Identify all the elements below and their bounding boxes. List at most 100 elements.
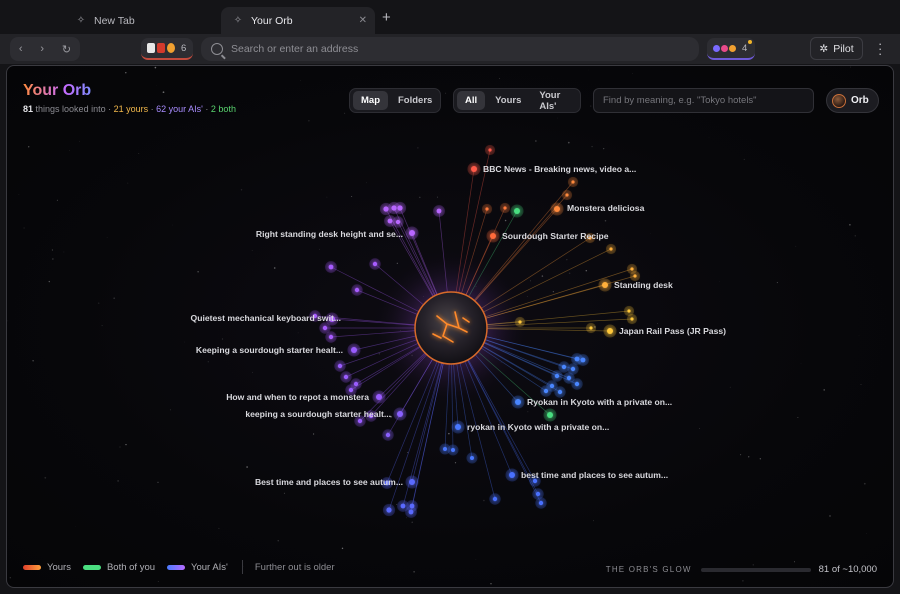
orb-core[interactable]	[414, 291, 488, 365]
node-dot[interactable]	[566, 375, 572, 381]
node-label[interactable]: BBC News - Breaking news, video a...	[483, 164, 636, 174]
node-dot[interactable]	[580, 357, 586, 363]
meaning-search-input[interactable]: Find by meaning, e.g. "Tokyo hotels"	[593, 88, 814, 113]
node-dot[interactable]	[574, 381, 580, 387]
node-label[interactable]: Monstera deliciosa	[567, 203, 645, 213]
node-dot-2[interactable]	[490, 233, 496, 239]
filter-all-button[interactable]: All	[457, 91, 486, 110]
extensions-pill[interactable]: 6	[141, 38, 193, 60]
node-label[interactable]: Quietest mechanical keyboard swit...	[191, 313, 341, 323]
node-label[interactable]: Keeping a sourdough starter healt...	[196, 345, 343, 355]
node-dot-3[interactable]	[602, 282, 608, 288]
view-map-button[interactable]: Map	[353, 91, 388, 110]
node-dot[interactable]	[547, 412, 553, 418]
node-dot[interactable]	[397, 205, 403, 211]
node-dot[interactable]	[408, 509, 414, 515]
node-dot[interactable]	[492, 496, 498, 502]
node-dot-4[interactable]	[607, 328, 613, 334]
node-dot[interactable]	[357, 418, 363, 424]
menu-icon[interactable]: · · ·	[878, 37, 882, 60]
legend-yours: Yours	[23, 562, 71, 573]
node-dot[interactable]	[488, 148, 492, 152]
node-dot[interactable]	[451, 448, 455, 452]
filter-yours-button[interactable]: Yours	[487, 91, 529, 110]
node-dot-9[interactable]	[397, 411, 403, 417]
node-dot[interactable]	[385, 432, 391, 438]
node-dot[interactable]	[337, 363, 343, 369]
toolbar: ‹ › ↻ 6 Search or enter an address 4 ✲ P…	[0, 34, 900, 64]
legend-swatch	[23, 564, 41, 570]
node-label[interactable]: How and when to repot a monstera	[226, 392, 369, 402]
node-dot[interactable]	[630, 317, 634, 321]
view-folders-button[interactable]: Folders	[390, 91, 440, 110]
yours-count: 21 yours	[113, 104, 149, 114]
node-dot[interactable]	[470, 456, 474, 460]
pilot-button[interactable]: ✲ Pilot	[810, 37, 863, 60]
node-dot-12[interactable]	[509, 472, 515, 478]
node-dot[interactable]	[518, 320, 522, 324]
node-dot[interactable]	[436, 208, 442, 214]
node-label[interactable]: Standing desk	[614, 280, 673, 290]
node-dot-5[interactable]	[409, 230, 415, 236]
node-dot-8[interactable]	[376, 394, 382, 400]
node-dot-0[interactable]	[471, 166, 477, 172]
node-dot[interactable]	[571, 180, 575, 184]
node-dot[interactable]	[627, 309, 631, 313]
node-dot[interactable]	[383, 206, 389, 212]
ai-agent-icon	[713, 44, 720, 52]
tab-new-tab[interactable]: ✧ New Tab	[62, 7, 220, 34]
node-label[interactable]: ryokan in Kyoto with a private on...	[467, 422, 609, 432]
ai-agents-pill[interactable]: 4	[707, 38, 755, 60]
node-label[interactable]: Ryokan in Kyoto with a private on...	[527, 397, 672, 407]
node-dot[interactable]	[589, 326, 593, 330]
tab-your-orb[interactable]: ✧ Your Orb ✕	[221, 7, 375, 34]
sparkle-icon: ✧	[233, 15, 243, 26]
node-dot[interactable]	[387, 218, 393, 224]
node-dot[interactable]	[535, 491, 541, 497]
node-dot[interactable]	[561, 364, 567, 370]
node-dot[interactable]	[386, 507, 392, 513]
forward-icon[interactable]: ›	[40, 43, 44, 55]
address-bar[interactable]: Search or enter an address	[201, 37, 699, 61]
node-dot[interactable]	[538, 500, 544, 506]
orb-button[interactable]: Orb	[826, 88, 879, 113]
node-dot[interactable]	[554, 373, 560, 379]
node-dot[interactable]	[633, 274, 637, 278]
node-dot[interactable]	[395, 219, 401, 225]
node-label[interactable]: keeping a sourdough starter healt...	[245, 409, 391, 419]
legend-label: Both of you	[106, 561, 156, 573]
node-dot[interactable]	[557, 389, 563, 395]
reload-icon[interactable]: ↻	[62, 43, 71, 56]
back-icon[interactable]: ‹	[19, 43, 23, 55]
node-label[interactable]: Japan Rail Pass (JR Pass)	[619, 326, 726, 336]
node-dot[interactable]	[514, 208, 520, 214]
node-dot[interactable]	[503, 206, 507, 210]
node-dot[interactable]	[543, 388, 549, 394]
node-dot[interactable]	[485, 207, 489, 211]
node-dot[interactable]	[570, 366, 576, 372]
pilot-icon: ✲	[819, 42, 829, 55]
node-dot[interactable]	[400, 503, 406, 509]
node-dot[interactable]	[372, 261, 378, 267]
node-dot[interactable]	[322, 325, 328, 331]
node-dot[interactable]	[354, 287, 360, 293]
node-dot-11[interactable]	[455, 424, 461, 430]
node-dot[interactable]	[609, 247, 613, 251]
node-dot[interactable]	[565, 193, 569, 197]
new-tab-button[interactable]: +	[382, 9, 391, 26]
node-dot-13[interactable]	[409, 479, 415, 485]
filter-ais-button[interactable]: Your AIs'	[531, 90, 577, 112]
node-dot[interactable]	[328, 264, 334, 270]
node-label[interactable]: Best time and places to see autum...	[255, 477, 403, 487]
node-dot[interactable]	[328, 334, 334, 340]
node-dot[interactable]	[443, 447, 447, 451]
node-label[interactable]: Right standing desk height and se...	[256, 229, 403, 239]
node-dot-1[interactable]	[554, 206, 560, 212]
node-label[interactable]: Sourdough Starter Recipe	[502, 231, 609, 241]
close-icon[interactable]: ✕	[359, 15, 367, 26]
node-dot-10[interactable]	[515, 399, 521, 405]
node-dot-7[interactable]	[351, 347, 357, 353]
node-dot[interactable]	[630, 267, 634, 271]
node-dot[interactable]	[343, 374, 349, 380]
node-label[interactable]: best time and places to see autum...	[521, 470, 668, 480]
